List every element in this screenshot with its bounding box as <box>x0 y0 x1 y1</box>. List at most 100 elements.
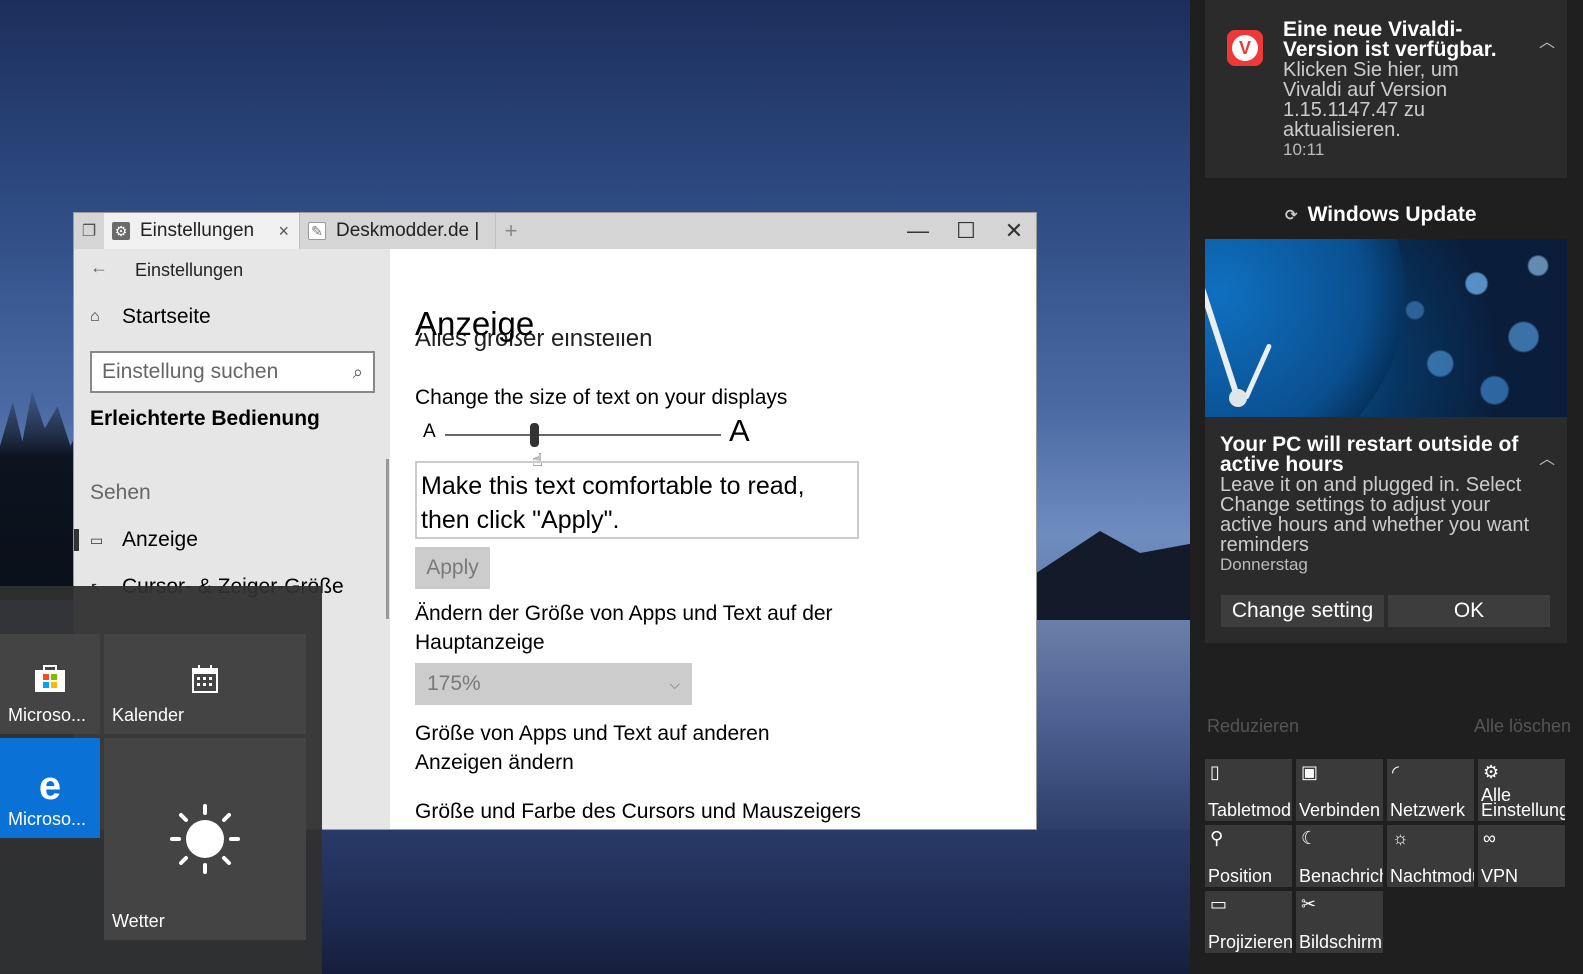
quick-action-label: VPN <box>1481 866 1519 886</box>
page-title: Anzeige <box>415 305 535 342</box>
page-icon: ✎ <box>308 222 326 240</box>
notification-title: Eine neue Vivaldi-Version ist verfügbar. <box>1283 18 1497 61</box>
notification-body: Leave it on and plugged in. Select Chang… <box>1220 474 1530 556</box>
tile-label: Wetter <box>112 911 165 931</box>
windows-update-header: ⟳ Windows Update <box>1285 203 1477 227</box>
quick-action-location[interactable]: ⚲ Position <box>1205 825 1292 887</box>
home-icon: ⌂ <box>90 308 100 325</box>
sidebar-scrollbar[interactable] <box>386 459 389 619</box>
quick-action-tablet[interactable]: ▯ Tabletmodus <box>1205 759 1292 821</box>
quick-action-label: Projizieren <box>1208 932 1292 952</box>
notification-body: Klicken Sie hier, um Vivaldi auf Version… <box>1283 59 1459 141</box>
tile-store[interactable]: Microso... <box>0 634 100 734</box>
new-tab-button[interactable]: + <box>496 213 526 249</box>
quick-action-label: Bildschirmnausschn <box>1299 932 1383 952</box>
quick-action-label: Nachtmodus <box>1390 866 1474 886</box>
tab-label: Deskmodder.de | <box>336 220 480 241</box>
quick-action-label: Verbinden <box>1299 800 1381 820</box>
desktop-lake-reflection <box>1037 620 1190 830</box>
sidebar-item-home[interactable]: ⌂ Startseite <box>90 305 211 329</box>
gear-icon: ⚙ <box>112 222 130 240</box>
change-setting-button[interactable]: Change setting <box>1221 595 1384 627</box>
text-size-slider[interactable] <box>445 434 721 436</box>
quick-action-label: Benachrichti- <box>1299 866 1383 886</box>
search-input[interactable]: Einstellung suchen ⌕ <box>90 351 375 393</box>
cursor-settings-link[interactable]: Größe und Farbe des Cursors und Mauszeig… <box>415 797 885 826</box>
collapse-link[interactable]: Reduzieren <box>1207 716 1299 737</box>
sample-text-box: Make this text comfortable to read, then… <box>415 461 859 539</box>
desktop-lake <box>320 830 1190 974</box>
tab-deskmodder[interactable]: ✎ Deskmodder.de | <box>300 213 496 249</box>
network-icon: ◜ <box>1392 762 1399 782</box>
update-icon: ⟳ <box>1285 207 1298 224</box>
slider-small-glyph: A <box>423 421 436 442</box>
ok-button[interactable]: OK <box>1388 595 1550 627</box>
apply-button[interactable]: Apply <box>415 547 490 589</box>
nightlight-icon: ☼ <box>1392 828 1409 848</box>
settings-content: Alles größer einstellen Anzeige Change t… <box>415 249 1015 829</box>
quick-action-all-settings[interactable]: ⚙ Alle Einstellungen <box>1478 759 1565 821</box>
clear-all-link[interactable]: Alle löschen <box>1474 716 1571 737</box>
maximize-icon[interactable]: ☐ <box>942 213 990 249</box>
scale-dropdown[interactable]: 175% ⌵ <box>415 663 692 705</box>
chevron-up-icon[interactable]: ︿ <box>1539 28 1555 52</box>
scale-value: 175% <box>427 672 481 695</box>
tile-weather[interactable]: Wetter <box>104 738 306 940</box>
back-arrow-icon[interactable]: ← <box>90 257 108 278</box>
windows-update-app-name: Windows Update <box>1307 203 1477 226</box>
tile-label: Kalender <box>112 705 185 725</box>
quick-action-project[interactable]: ▭ Projizieren <box>1205 891 1292 953</box>
store-icon <box>0 662 100 699</box>
tab-label: Einstellungen <box>140 220 255 241</box>
moon-icon: ☾ <box>1301 828 1318 848</box>
tile-calendar[interactable]: Kalender <box>104 634 306 734</box>
settings-header-title: Einstellungen <box>135 260 244 280</box>
calendar-icon <box>104 664 306 699</box>
search-icon[interactable]: ⌕ <box>353 362 363 383</box>
quick-action-label: Position <box>1208 866 1273 886</box>
notification-time: 10:11 <box>1283 140 1325 159</box>
slider-thumb[interactable] <box>530 423 540 447</box>
scale-label: Ändern der Größe von Apps und Text auf d… <box>415 602 833 654</box>
edge-icon: e <box>38 764 62 808</box>
tablet-icon: ▯ <box>1210 762 1220 782</box>
other-displays-link[interactable]: Größe von Apps und Text auf anderen Anze… <box>415 719 815 777</box>
quick-action-network[interactable]: ◜ Netzwerk <box>1387 759 1474 821</box>
close-window-icon[interactable]: ✕ <box>990 213 1036 249</box>
minimize-icon[interactable]: — <box>894 213 942 249</box>
vpn-icon: ∞ <box>1483 828 1496 848</box>
search-placeholder: Einstellung suchen <box>102 360 279 383</box>
connect-icon: ▣ <box>1301 762 1319 782</box>
sun-icon <box>104 804 306 879</box>
quick-action-label: Alle Einstellungen <box>1481 785 1565 820</box>
tab-list-icon[interactable]: ❐ <box>74 213 104 249</box>
action-center: V Eine neue Vivaldi-Version ist verfügba… <box>1190 0 1583 974</box>
slider-large-glyph: A <box>729 413 750 448</box>
vivaldi-logo-icon: V <box>1227 30 1263 66</box>
sidebar-item-label: Anzeige <box>122 528 198 551</box>
active-indicator <box>74 529 79 551</box>
start-menu: Microso... Kalender e Microso... Wetter <box>0 586 322 974</box>
quick-action-connect[interactable]: ▣ Verbinden <box>1296 759 1383 821</box>
sidebar-item-label: Startseite <box>122 305 211 328</box>
notification-day: Donnerstag <box>1220 555 1308 574</box>
tile-label: Microso... <box>8 809 87 829</box>
location-icon: ⚲ <box>1210 828 1224 848</box>
sidebar-group-heading: Sehen <box>90 481 151 504</box>
vivaldi-notification[interactable]: V Eine neue Vivaldi-Version ist verfügba… <box>1205 0 1567 178</box>
tile-edge[interactable]: e Microso... <box>0 738 100 838</box>
sidebar-category: Erleichterte Bedienung <box>90 407 320 430</box>
monitor-icon: ▭ <box>90 531 104 548</box>
quick-action-focus[interactable]: ☾ Benachrichti- <box>1296 825 1383 887</box>
quick-action-night-light[interactable]: ☼ Nachtmodus <box>1387 825 1474 887</box>
snip-icon: ✂ <box>1301 894 1317 914</box>
close-tab-icon[interactable]: × <box>278 221 289 242</box>
project-icon: ▭ <box>1210 894 1228 914</box>
quick-action-snip[interactable]: ✂ Bildschirmnausschn <box>1296 891 1383 953</box>
quick-action-label: Netzwerk <box>1390 800 1466 820</box>
tab-einstellungen[interactable]: ⚙ Einstellungen × <box>104 213 300 249</box>
sidebar-item-anzeige[interactable]: ▭ Anzeige <box>90 528 198 552</box>
chevron-up-icon[interactable]: ︿ <box>1539 445 1555 469</box>
settings-icon: ⚙ <box>1483 762 1500 782</box>
quick-action-vpn[interactable]: ∞ VPN <box>1478 825 1565 887</box>
